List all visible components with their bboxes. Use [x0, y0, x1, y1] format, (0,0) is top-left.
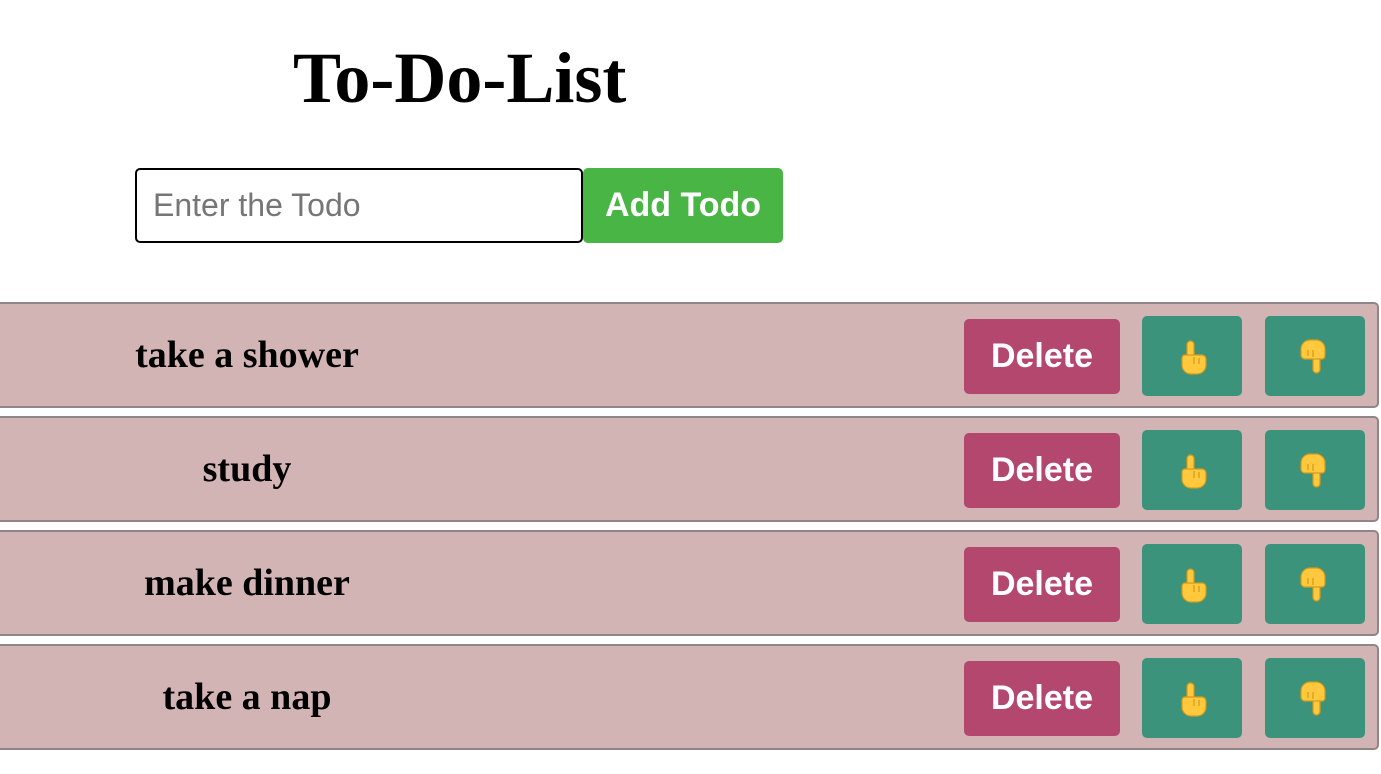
move-up-button[interactable]: [1142, 544, 1242, 624]
move-down-button[interactable]: [1265, 658, 1365, 738]
pointing-down-icon: [1295, 451, 1335, 491]
pointing-down-icon: [1295, 337, 1335, 377]
add-todo-button[interactable]: Add Todo: [583, 168, 783, 243]
delete-button[interactable]: Delete: [964, 319, 1120, 394]
pointing-up-icon: [1172, 565, 1212, 605]
pointing-down-icon: [1295, 679, 1335, 719]
delete-button[interactable]: Delete: [964, 433, 1120, 508]
move-up-button[interactable]: [1142, 658, 1242, 738]
todo-text: take a nap: [162, 676, 332, 718]
move-up-button[interactable]: [1142, 430, 1242, 510]
pointing-down-icon: [1295, 565, 1335, 605]
todo-text: study: [202, 448, 292, 490]
delete-button[interactable]: Delete: [964, 547, 1120, 622]
todo-item: study Delete: [0, 416, 1379, 522]
pointing-up-icon: [1172, 679, 1212, 719]
move-up-button[interactable]: [1142, 316, 1242, 396]
todo-text: make dinner: [144, 562, 350, 604]
move-down-button[interactable]: [1265, 430, 1365, 510]
todo-text: take a shower: [135, 334, 359, 376]
todo-input[interactable]: [135, 168, 583, 243]
todo-form: Add Todo: [135, 168, 783, 243]
todo-item: make dinner Delete: [0, 530, 1379, 636]
page-title: To-Do-List: [293, 38, 627, 118]
pointing-up-icon: [1172, 337, 1212, 377]
move-down-button[interactable]: [1265, 544, 1365, 624]
todo-item: take a shower Delete: [0, 302, 1379, 408]
pointing-up-icon: [1172, 451, 1212, 491]
move-down-button[interactable]: [1265, 316, 1365, 396]
todo-list: take a shower Delete study Delete make d…: [0, 302, 1379, 758]
delete-button[interactable]: Delete: [964, 661, 1120, 736]
todo-item: take a nap Delete: [0, 644, 1379, 750]
